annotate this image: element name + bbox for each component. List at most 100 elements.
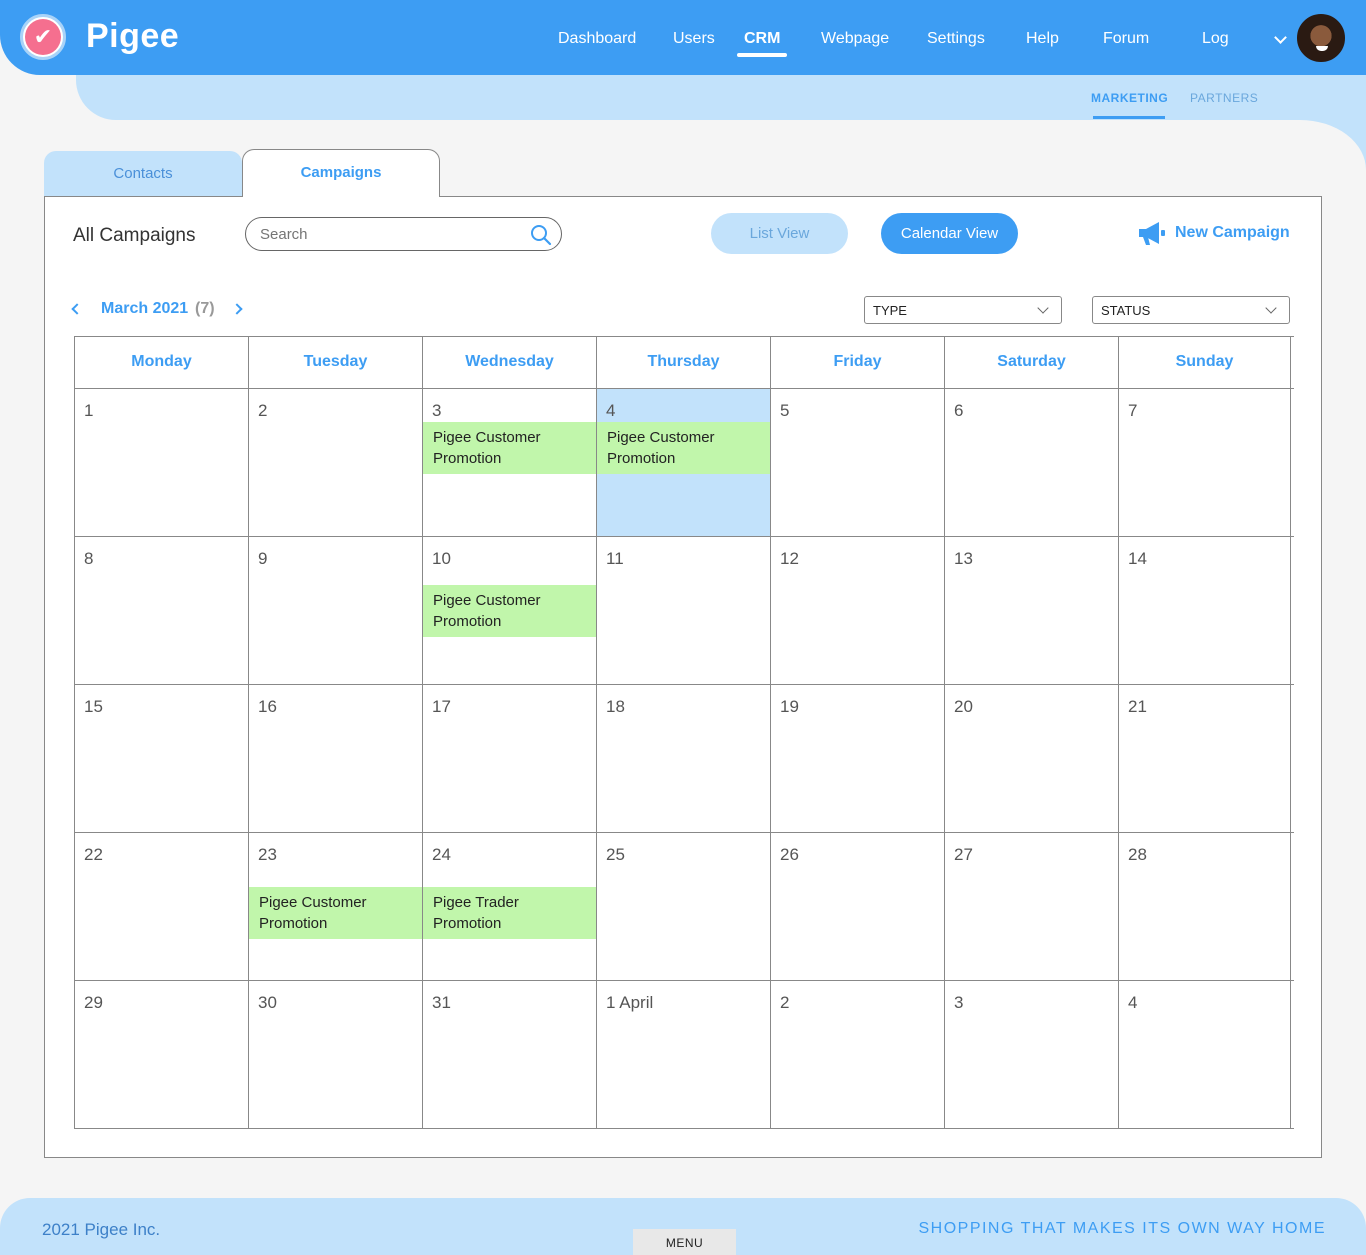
nav-log[interactable]: Log: [1202, 30, 1229, 48]
calendar-week-row: 8 9 10 Pigee Customer Promotion 11 12 13 …: [75, 537, 1294, 685]
calendar-day-cell[interactable]: 29: [75, 981, 249, 1128]
calendar-day-cell[interactable]: 17: [423, 685, 597, 832]
chevron-left-icon[interactable]: [71, 303, 83, 315]
calendar-day-cell[interactable]: 26: [771, 833, 945, 980]
nav-users[interactable]: Users: [673, 30, 715, 48]
subtab-marketing[interactable]: MARKETING: [1091, 91, 1168, 105]
weekday-wednesday: Wednesday: [423, 337, 597, 388]
calendar-day-cell[interactable]: 3: [945, 981, 1119, 1128]
menu-button[interactable]: MENU: [633, 1229, 736, 1255]
list-view-button[interactable]: List View: [711, 213, 848, 254]
search-icon[interactable]: [530, 224, 552, 246]
day-number: 12: [780, 549, 799, 568]
calendar-day-cell[interactable]: 27: [945, 833, 1119, 980]
calendar-day-cell[interactable]: 16: [249, 685, 423, 832]
subbar-curve-decoration: [1300, 120, 1366, 170]
calendar-day-cell-today[interactable]: 4 Pigee Customer Promotion: [597, 389, 771, 536]
chevron-right-icon[interactable]: [231, 303, 243, 315]
calendar-view-button[interactable]: Calendar View: [881, 213, 1018, 254]
nav-crm[interactable]: CRM: [744, 30, 780, 48]
day-number: 25: [606, 845, 625, 864]
status-filter-select[interactable]: STATUS: [1092, 296, 1290, 324]
calendar-day-cell[interactable]: 9: [249, 537, 423, 684]
calendar-day-cell[interactable]: 1: [75, 389, 249, 536]
campaign-event[interactable]: Pigee Customer Promotion: [423, 422, 596, 474]
brand-name[interactable]: Pigee: [86, 17, 179, 56]
calendar-day-cell[interactable]: 2: [249, 389, 423, 536]
day-number: 10: [432, 549, 451, 568]
day-number: 21: [1128, 697, 1147, 716]
day-number: 31: [432, 993, 451, 1012]
day-number: 29: [84, 993, 103, 1012]
calendar-day-cell[interactable]: 14: [1119, 537, 1291, 684]
calendar-day-cell[interactable]: 10 Pigee Customer Promotion: [423, 537, 597, 684]
calendar-day-cell[interactable]: 30: [249, 981, 423, 1128]
calendar-week-row: 22 23 Pigee Customer Promotion 24 Pigee Tr…: [75, 833, 1294, 981]
calendar-week-row: 15 16 17 18 19 20 21: [75, 685, 1294, 833]
footer-copyright: 2021 Pigee Inc.: [42, 1220, 161, 1239]
calendar-header-row: Monday Tuesday Wednesday Thursday Friday…: [75, 337, 1294, 389]
calendar-day-cell[interactable]: 5: [771, 389, 945, 536]
day-number: 3: [432, 401, 442, 420]
nav-dashboard[interactable]: Dashboard: [558, 30, 636, 48]
day-number: 7: [1128, 401, 1138, 420]
day-number: 9: [258, 549, 268, 568]
calendar-day-cell[interactable]: 1 April: [597, 981, 771, 1128]
day-number: 11: [606, 549, 624, 568]
day-number: 2: [780, 993, 790, 1012]
weekday-saturday: Saturday: [945, 337, 1119, 388]
search-input[interactable]: [260, 224, 520, 244]
calendar-day-cell[interactable]: 12: [771, 537, 945, 684]
calendar-day-cell[interactable]: 19: [771, 685, 945, 832]
calendar-day-cell[interactable]: 22: [75, 833, 249, 980]
day-number: 6: [954, 401, 964, 420]
day-number: 3: [954, 993, 964, 1012]
type-filter-label: TYPE: [873, 303, 907, 318]
calendar-day-cell[interactable]: 15: [75, 685, 249, 832]
day-number: 23: [258, 845, 277, 864]
campaign-event[interactable]: Pigee Customer Promotion: [249, 887, 422, 939]
type-filter-select[interactable]: TYPE: [864, 296, 1062, 324]
nav-forum[interactable]: Forum: [1103, 30, 1149, 48]
subtab-active-indicator: [1093, 116, 1165, 119]
calendar-day-cell[interactable]: 6: [945, 389, 1119, 536]
nav-help[interactable]: Help: [1026, 30, 1059, 48]
calendar-day-cell[interactable]: 13: [945, 537, 1119, 684]
day-number: 2: [258, 401, 268, 420]
tab-campaigns[interactable]: Campaigns: [242, 149, 440, 197]
chevron-down-icon: [1037, 302, 1049, 314]
calendar-day-cell[interactable]: 18: [597, 685, 771, 832]
calendar-day-cell[interactable]: 7: [1119, 389, 1291, 536]
calendar-day-cell[interactable]: 4: [1119, 981, 1291, 1128]
calendar-day-cell[interactable]: 8: [75, 537, 249, 684]
new-campaign-button[interactable]: New Campaign: [1137, 219, 1290, 247]
status-filter-label: STATUS: [1101, 303, 1151, 318]
chevron-down-icon: [1265, 302, 1277, 314]
calendar-week-row: 29 30 31 1 April 2 3 4: [75, 981, 1294, 1129]
calendar-day-cell[interactable]: 25: [597, 833, 771, 980]
page-title: All Campaigns: [73, 225, 196, 246]
calendar-day-cell[interactable]: 31: [423, 981, 597, 1128]
campaign-event[interactable]: Pigee Customer Promotion: [423, 585, 596, 637]
day-number: 4: [1128, 993, 1138, 1012]
subtab-partners[interactable]: PARTNERS: [1190, 91, 1258, 105]
calendar-day-cell[interactable]: 2: [771, 981, 945, 1128]
campaign-event[interactable]: Pigee Customer Promotion: [597, 422, 770, 474]
calendar-day-cell[interactable]: 23 Pigee Customer Promotion: [249, 833, 423, 980]
pigee-bird-icon[interactable]: ✔: [20, 14, 66, 60]
calendar-day-cell[interactable]: 3 Pigee Customer Promotion: [423, 389, 597, 536]
search-box[interactable]: [245, 217, 562, 251]
tab-contacts[interactable]: Contacts: [44, 151, 242, 196]
avatar[interactable]: [1297, 14, 1345, 62]
calendar-day-cell[interactable]: 24 Pigee Trader Promotion: [423, 833, 597, 980]
calendar-day-cell[interactable]: 28: [1119, 833, 1291, 980]
calendar-day-cell[interactable]: 11: [597, 537, 771, 684]
campaign-event[interactable]: Pigee Trader Promotion: [423, 887, 596, 939]
weekday-tuesday: Tuesday: [249, 337, 423, 388]
nav-webpage[interactable]: Webpage: [821, 30, 889, 48]
calendar-day-cell[interactable]: 21: [1119, 685, 1291, 832]
weekday-sunday: Sunday: [1119, 337, 1291, 388]
calendar-day-cell[interactable]: 20: [945, 685, 1119, 832]
nav-settings[interactable]: Settings: [927, 30, 985, 48]
calendar-grid: Monday Tuesday Wednesday Thursday Friday…: [74, 336, 1294, 1129]
